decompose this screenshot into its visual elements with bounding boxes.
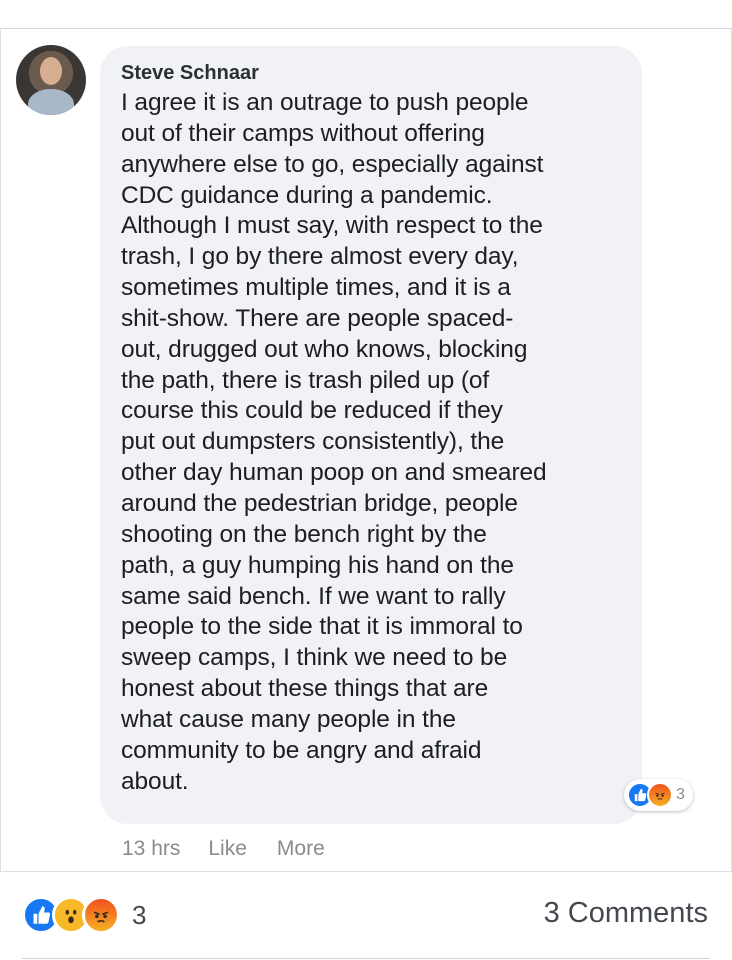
comment-actions: 13 hrs Like More (122, 836, 325, 862)
avatar-face (40, 57, 62, 85)
comment-timestamp[interactable]: 13 hrs (122, 836, 180, 862)
avatar-shirt (28, 89, 74, 115)
comment-bubble: Steve Schnaar I agree it is an outrage t… (100, 46, 642, 824)
like-link[interactable]: Like (208, 836, 247, 862)
comment-reaction-count: 3 (676, 786, 685, 803)
angry-icon (82, 896, 120, 934)
angry-icon (647, 782, 673, 808)
divider (22, 958, 710, 959)
comment-text: I agree it is an outrage to push people … (121, 89, 547, 795)
more-link[interactable]: More (277, 836, 325, 862)
divider (0, 871, 732, 872)
top-edge (0, 0, 732, 28)
post-reaction-count: 3 (132, 899, 147, 930)
comment-reactions[interactable]: 3 (624, 779, 693, 811)
avatar[interactable] (16, 45, 86, 115)
post-reactions[interactable]: 3 (22, 896, 146, 934)
comments-count-link[interactable]: 3 Comments (544, 897, 708, 930)
comment-author[interactable]: Steve Schnaar (121, 60, 622, 86)
